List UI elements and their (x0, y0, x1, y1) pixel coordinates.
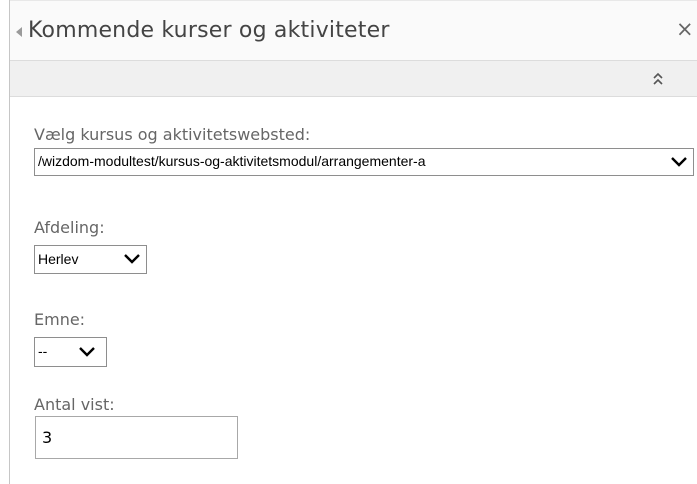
chevron-down-icon (79, 347, 95, 357)
close-icon[interactable]: × (676, 17, 694, 41)
department-select[interactable]: Herlev (34, 245, 147, 274)
count-field-label: Antal vist: (34, 395, 115, 414)
chevron-down-icon (124, 254, 140, 264)
topic-select[interactable]: -- (34, 337, 107, 367)
webpart-header: Kommende kurser og aktiviteter × (10, 0, 697, 61)
department-select-value: Herlev (38, 251, 79, 267)
topic-select-label: Emne: (34, 310, 86, 329)
site-select-value: /wizdom-modultest/kursus-og-aktivitetsmo… (38, 153, 426, 169)
site-select-label: Vælg kursus og aktivitetswebsted: (34, 125, 311, 144)
chevron-down-icon (671, 157, 687, 167)
webpart-tool-pane: Kommende kurser og aktiviteter × Vælg ku… (9, 0, 697, 484)
topic-select-value: -- (38, 343, 48, 359)
section-toolbar (10, 60, 697, 97)
caret-left-icon[interactable] (16, 27, 22, 37)
department-select-label: Afdeling: (34, 218, 105, 237)
double-chevron-up-icon[interactable] (651, 69, 665, 89)
webpart-title: Kommende kurser og aktiviteter (28, 18, 390, 43)
site-select[interactable]: /wizdom-modultest/kursus-og-aktivitetsmo… (34, 148, 694, 176)
count-field[interactable] (35, 416, 238, 459)
